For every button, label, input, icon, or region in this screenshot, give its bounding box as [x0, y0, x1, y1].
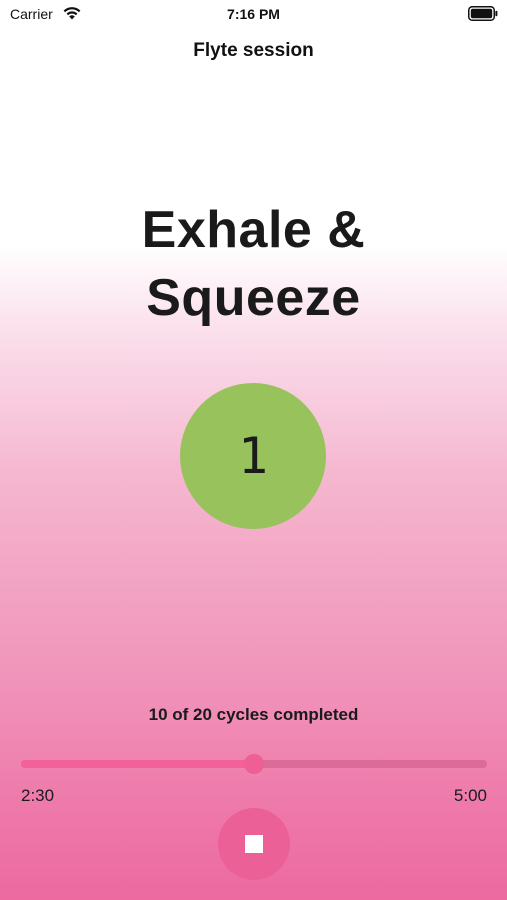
phase-line-2: Squeeze [146, 269, 361, 327]
session-screen: Carrier 7:16 PM Flyte session Exhale & S… [0, 0, 507, 900]
phase-line-1: Exhale & [141, 201, 366, 259]
slider-fill [21, 760, 254, 768]
stop-button[interactable] [218, 808, 290, 880]
cycles-completed-label: 10 of 20 cycles completed [148, 705, 359, 724]
battery-icon [468, 6, 498, 21]
status-bar: Carrier 7:16 PM [0, 0, 507, 28]
stop-icon [245, 835, 263, 853]
phase-heading: Exhale & Squeeze [0, 196, 507, 332]
nav-title: Flyte session [193, 40, 314, 61]
session-progress-slider[interactable] [21, 754, 487, 774]
total-time: 5:00 [453, 786, 487, 805]
elapsed-time: 2:30 [21, 786, 55, 805]
slider-thumb[interactable] [244, 754, 264, 774]
breath-counter-value: 1 [237, 427, 269, 485]
status-time: 7:16 PM [227, 6, 280, 22]
breath-counter-circle: 1 [180, 383, 326, 529]
